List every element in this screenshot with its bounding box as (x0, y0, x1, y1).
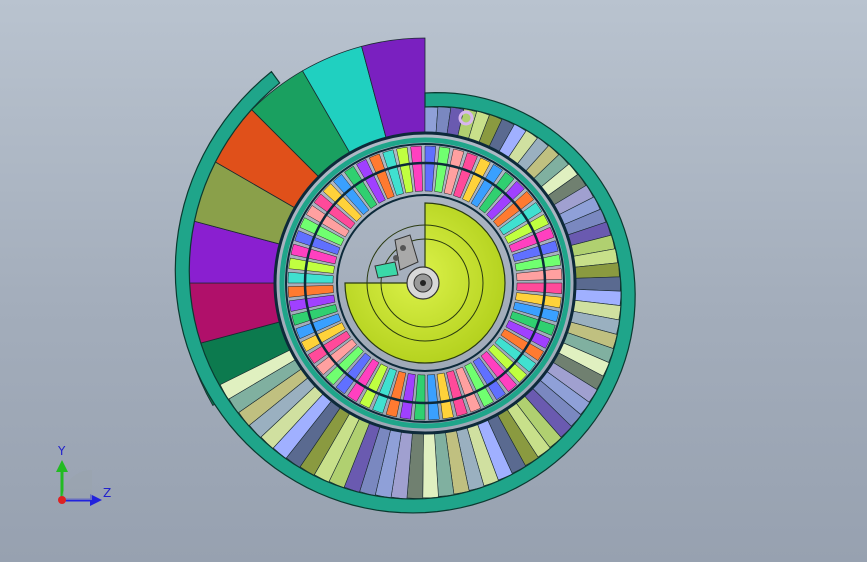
coordinate-triad: Y Z (56, 444, 111, 506)
inner-blade (516, 282, 563, 295)
outer-blade-thin (574, 276, 621, 292)
outer-blade-thin (424, 106, 439, 134)
inner-blade (427, 374, 440, 421)
inner-blade (287, 271, 334, 284)
inner-blade (410, 145, 423, 192)
inner-blade (287, 285, 334, 298)
x-axis-dot (58, 496, 66, 504)
y-arrow-head (56, 460, 68, 472)
inner-blade (413, 374, 426, 421)
inner-blade (424, 145, 437, 192)
inner-blade (516, 268, 563, 281)
z-axis-label: Z (103, 486, 111, 500)
graphics-viewport[interactable]: Y Z (0, 0, 867, 562)
y-axis-label: Y (57, 444, 66, 458)
triad-plane (62, 470, 92, 500)
